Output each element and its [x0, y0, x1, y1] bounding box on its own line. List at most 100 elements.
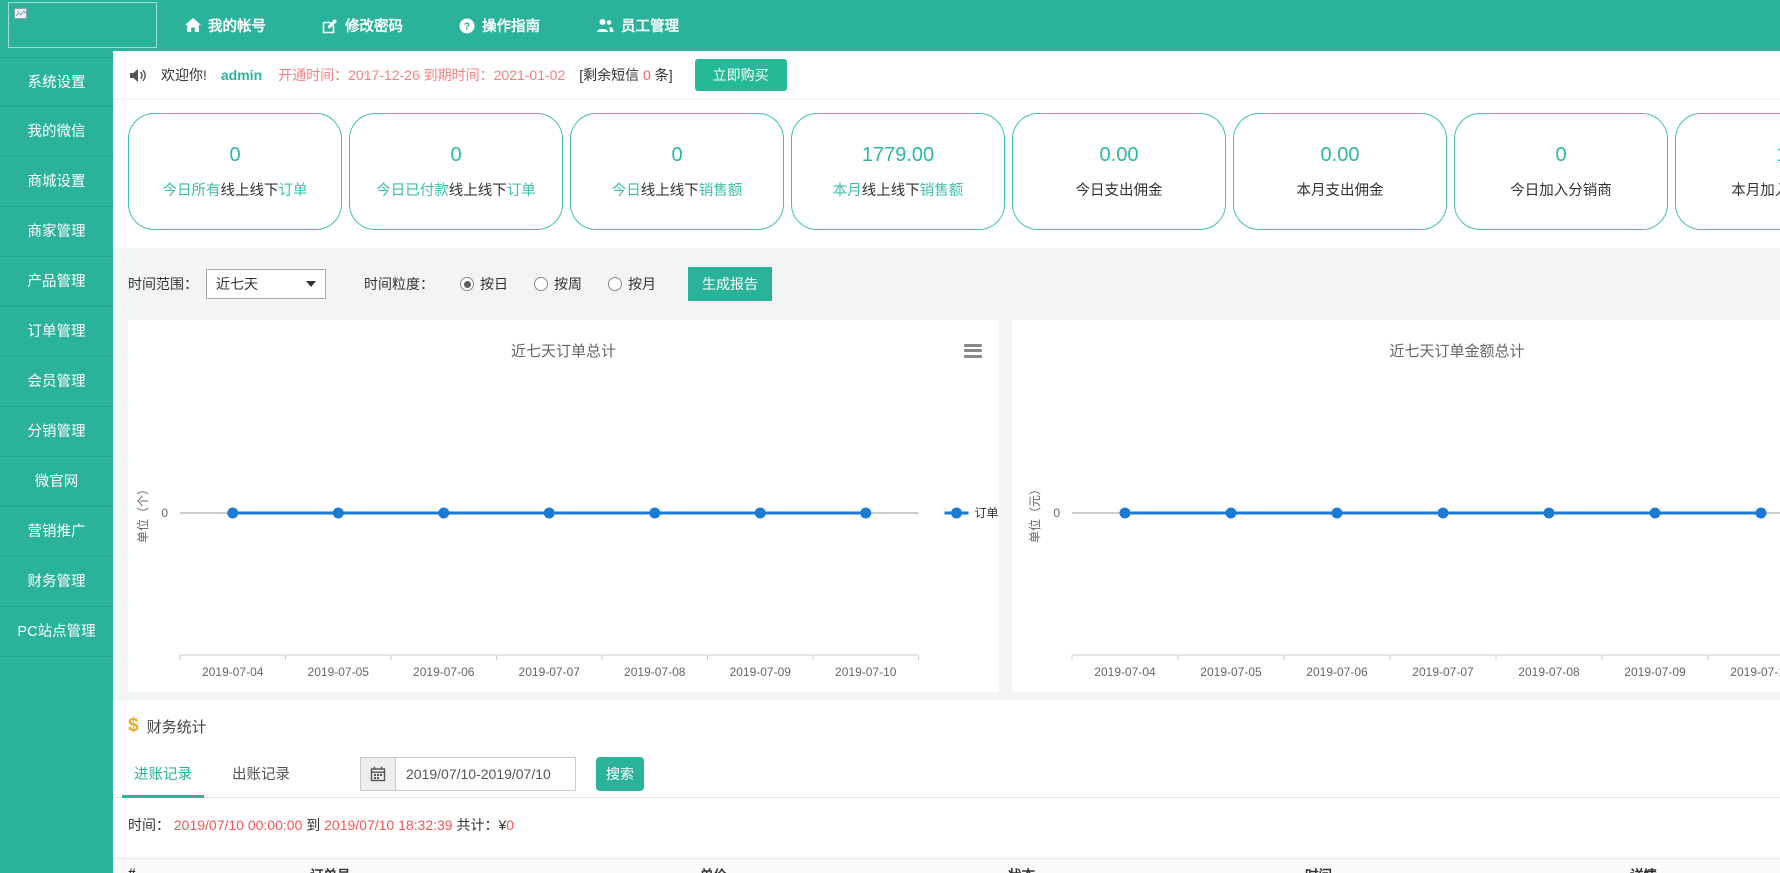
nav-my-account[interactable]: 我的帐号 — [185, 15, 266, 36]
svg-text:2019-07-04: 2019-07-04 — [1094, 665, 1156, 679]
data-point — [649, 508, 660, 519]
welcome-greeting: 欢迎你! — [161, 65, 207, 85]
chevron-down-icon — [306, 281, 316, 287]
stat-label: 本月支出佣金 — [1297, 179, 1384, 200]
svg-text:2019-07-10: 2019-07-10 — [1730, 665, 1780, 679]
sidebar-item-distribution-mgmt[interactable]: 分销管理 — [0, 407, 113, 457]
tab-expense-records[interactable]: 出账记录 — [226, 750, 296, 797]
col-order-no: 订单号 — [310, 864, 700, 873]
sidebar: 系统设置 我的微信 商城设置 商家管理 产品管理 订单管理 会员管理 分销管理 … — [0, 51, 113, 873]
stat-card-today-commission: 0.00 今日支出佣金 — [1012, 113, 1226, 230]
top-nav: 我的帐号 修改密码 ? 操作指南 员工管理 — [185, 15, 679, 36]
data-point — [544, 508, 555, 519]
charts-row: 近七天订单总计 0单位（个）2019-07-042019-07-052019-0… — [128, 320, 1780, 692]
svg-text:2019-07-05: 2019-07-05 — [1200, 665, 1262, 679]
radio-label: 按周 — [554, 274, 582, 294]
stat-label: 今日加入分销商 — [1510, 179, 1612, 200]
data-point — [1332, 508, 1343, 519]
sidebar-item-member-mgmt[interactable]: 会员管理 — [0, 357, 113, 407]
radio-by-day[interactable]: 按日 — [460, 274, 508, 294]
order-amount-chart-panel: 近七天订单金额总计 0单位（元）2019-07-042019-07-052019… — [1012, 320, 1780, 692]
stat-card-today-sales: 0 今日线上线下销售额 — [570, 113, 784, 230]
stat-label: 今日线上线下销售额 — [612, 179, 743, 200]
legend-marker-dot[interactable] — [951, 508, 962, 519]
nav-staff[interactable]: 员工管理 — [596, 15, 679, 36]
col-unit-price: 单价 — [700, 864, 1008, 873]
radio-icon — [608, 277, 622, 291]
calendar-addon[interactable] — [360, 757, 396, 791]
stat-card-month-sales: 1779.00 本月线上线下销售额 — [791, 113, 1005, 230]
stat-card-today-orders: 0 今日所有线上线下订单 — [128, 113, 342, 230]
finance-title-text: 财务统计 — [147, 716, 207, 737]
legend-label[interactable]: 订单 — [975, 506, 999, 520]
search-button[interactable]: 搜索 — [596, 757, 644, 791]
sidebar-item-pc-site-mgmt[interactable]: PC站点管理 — [0, 607, 113, 657]
buy-now-button[interactable]: 立即购买 — [695, 59, 787, 91]
sidebar-item-finance-mgmt[interactable]: 财务管理 — [0, 557, 113, 607]
data-point — [1120, 508, 1131, 519]
finance-section: $ 财务统计 进账记录 出账记录 搜索 时间： 2019/07/10 00:00… — [113, 700, 1780, 873]
stat-value: 0 — [450, 144, 461, 167]
tab-income-records[interactable]: 进账记录 — [128, 750, 198, 797]
sidebar-item-my-wechat[interactable]: 我的微信 — [0, 107, 113, 157]
data-point — [755, 508, 766, 519]
sidebar-item-merchant-mgmt[interactable]: 商家管理 — [0, 207, 113, 257]
sidebar-item-product-mgmt[interactable]: 产品管理 — [0, 257, 113, 307]
stat-label: 本月线上线下销售额 — [833, 179, 964, 200]
date-range-input[interactable] — [396, 757, 576, 791]
time-to: 到 — [306, 817, 320, 833]
radio-by-week[interactable]: 按周 — [534, 274, 582, 294]
time-range-value: 近七天 — [216, 274, 258, 294]
finance-tabs-row: 进账记录 出账记录 搜索 — [113, 750, 1780, 798]
sidebar-item-system-settings[interactable]: 系统设置 — [0, 57, 113, 107]
sidebar-item-order-mgmt[interactable]: 订单管理 — [0, 307, 113, 357]
stat-value: 0.00 — [1100, 144, 1139, 167]
records-table-header: # 订单号 单价 状态 时间 详情 — [113, 858, 1780, 873]
radio-by-month[interactable]: 按月 — [608, 274, 656, 294]
stat-value: 0 — [229, 144, 240, 167]
sidebar-item-micro-site[interactable]: 微官网 — [0, 457, 113, 507]
total-label: 共计：¥ — [457, 817, 507, 833]
data-point — [438, 508, 449, 519]
radio-icon — [534, 277, 548, 291]
svg-text:2019-07-06: 2019-07-06 — [413, 665, 475, 679]
stat-value: 0 — [671, 144, 682, 167]
top-header: 我的帐号 修改密码 ? 操作指南 员工管理 — [0, 0, 1780, 51]
granularity-label: 时间粒度： — [364, 274, 434, 294]
date-range-group — [360, 757, 576, 791]
svg-text:2019-07-10: 2019-07-10 — [835, 665, 897, 679]
nav-change-password[interactable]: 修改密码 — [322, 15, 403, 36]
logo-placeholder — [8, 2, 157, 48]
stat-value: 0 — [1555, 144, 1566, 167]
svg-text:2019-07-09: 2019-07-09 — [1624, 665, 1686, 679]
svg-text:2019-07-07: 2019-07-07 — [1412, 665, 1474, 679]
svg-text:单位（个）: 单位（个） — [135, 483, 150, 543]
svg-text:2019-07-09: 2019-07-09 — [730, 665, 792, 679]
svg-text:0: 0 — [161, 506, 168, 520]
nav-label: 修改密码 — [345, 15, 403, 36]
sms-count: 0 — [643, 67, 651, 83]
data-point — [1756, 508, 1767, 519]
broken-image-icon — [13, 6, 29, 22]
svg-text:2019-07-08: 2019-07-08 — [624, 665, 686, 679]
svg-text:0: 0 — [1053, 506, 1060, 520]
sidebar-item-marketing[interactable]: 营销推广 — [0, 507, 113, 557]
question-icon: ? — [459, 18, 475, 34]
stat-card-today-distributors: 0 今日加入分销商 — [1454, 113, 1668, 230]
generate-report-button[interactable]: 生成报告 — [688, 267, 772, 301]
time-start: 2019/07/10 00:00:00 — [174, 817, 302, 833]
sidebar-item-mall-settings[interactable]: 商城设置 — [0, 157, 113, 207]
time-range-select[interactable]: 近七天 — [206, 269, 326, 299]
data-point — [860, 508, 871, 519]
svg-text:?: ? — [464, 20, 470, 32]
svg-text:2019-07-07: 2019-07-07 — [519, 665, 581, 679]
main-content: 欢迎你! admin 开通时间：2017-12-26 到期时间：2021-01-… — [113, 51, 1780, 873]
svg-text:2019-07-04: 2019-07-04 — [202, 665, 264, 679]
stat-label: 今日所有线上线下订单 — [163, 179, 308, 200]
orders-line-chart: 0 单位（个） 2019-07-04 2019-07-05 2019-07-06 2019… — [128, 320, 999, 692]
svg-text:2019-07-05: 2019-07-05 — [308, 665, 370, 679]
time-end: 2019/07/10 18:32:39 — [324, 817, 452, 833]
col-time: 时间 — [1305, 864, 1630, 873]
sms-remaining: [剩余短信 0 条] — [579, 65, 672, 85]
nav-guide[interactable]: ? 操作指南 — [459, 15, 540, 36]
